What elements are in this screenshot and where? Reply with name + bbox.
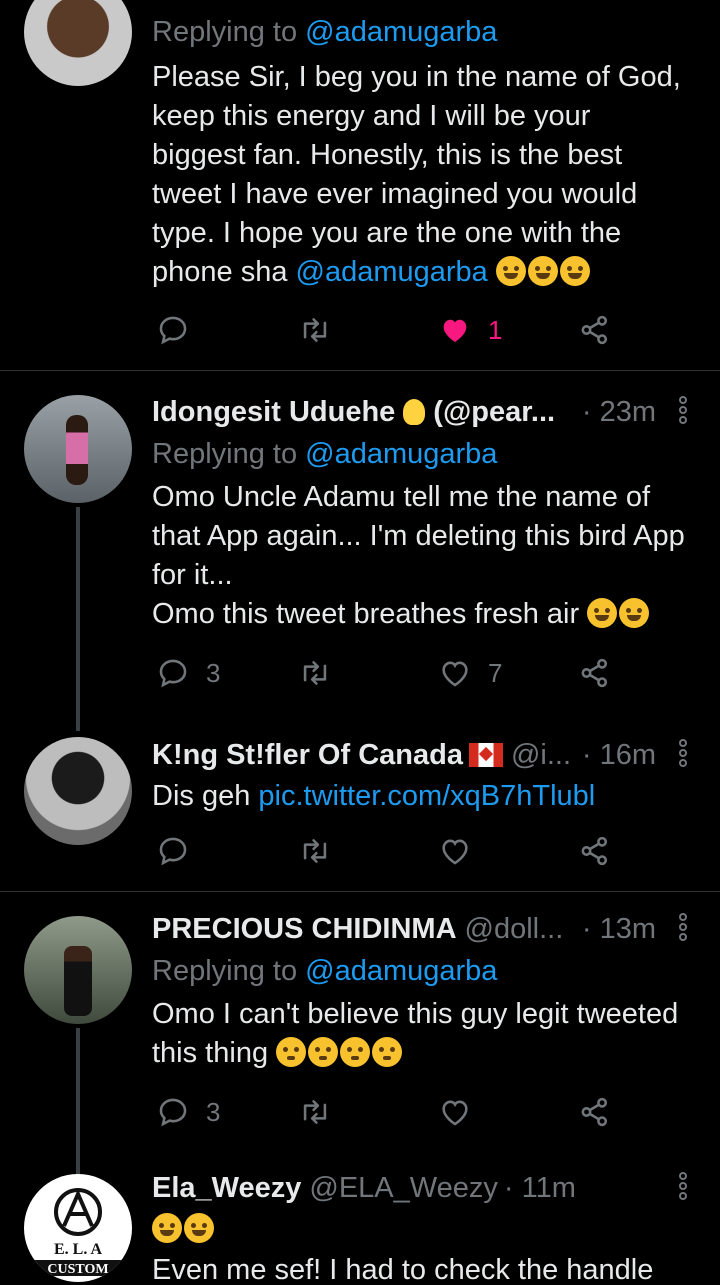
tweet-text: Even me sef! I had to check the handle xyxy=(152,1254,654,1285)
weary-face-emoji xyxy=(587,598,618,628)
replying-to: Replying to @adamugarba xyxy=(152,16,498,48)
tweet-1[interactable]: Replying to @adamugarba Please Sir, I be… xyxy=(0,0,720,370)
tweet-text: Please Sir, I beg you in the name of God… xyxy=(152,61,689,288)
tweet-2[interactable]: Idongesit Uduehe (@pear... · 23m Replying … xyxy=(0,371,720,891)
tweet-4[interactable]: PRECIOUS CHIDINMA @doll... · 13m Replying … xyxy=(0,892,720,1178)
replying-to: Replying to @adamugarba xyxy=(152,438,498,470)
flushed-face-emoji xyxy=(372,1037,403,1067)
reply-icon xyxy=(156,1095,190,1129)
reply-button[interactable] xyxy=(156,831,190,871)
like-button[interactable]: 7 xyxy=(438,653,502,693)
reply-button[interactable]: 3 xyxy=(156,1092,220,1132)
avatar[interactable] xyxy=(24,916,132,1024)
retweet-icon xyxy=(298,834,332,868)
reply-icon xyxy=(156,834,190,868)
like-button[interactable]: 1 xyxy=(438,310,502,350)
reply-handle-link[interactable]: @adamugarba xyxy=(305,438,497,470)
share-button[interactable] xyxy=(578,1092,612,1132)
reply-icon xyxy=(156,656,190,690)
user-handle[interactable]: (@pear... xyxy=(433,396,555,429)
timestamp[interactable]: · 11m xyxy=(504,1172,610,1205)
reply-count: 3 xyxy=(206,1096,221,1127)
pic-link[interactable]: pic.twitter.com/xqB7hTlubl xyxy=(258,780,595,812)
share-button[interactable] xyxy=(578,310,612,350)
display-name[interactable]: Ela_Weezy xyxy=(152,1172,301,1205)
avatar[interactable] xyxy=(24,0,132,86)
timestamp[interactable]: · 16m xyxy=(582,739,690,772)
heart-icon xyxy=(438,834,472,868)
flushed-face-emoji xyxy=(308,1037,339,1067)
heart-icon xyxy=(438,656,472,690)
user-handle[interactable]: @i... xyxy=(511,739,571,772)
retweet-button[interactable] xyxy=(298,653,332,693)
svg-text:E. L. A: E. L. A xyxy=(54,1241,102,1258)
mention-link[interactable]: @adamugarba xyxy=(296,256,488,288)
ela-logo: E. L. A CUSTOM xyxy=(28,1188,128,1277)
heart-icon xyxy=(438,1095,472,1129)
share-icon xyxy=(578,313,612,347)
reply-handle-link[interactable]: @adamugarba xyxy=(305,955,497,987)
flushed-face-emoji xyxy=(340,1037,371,1067)
user-handle[interactable]: @ELA_Weezy xyxy=(309,1172,498,1205)
like-count: 1 xyxy=(488,314,503,345)
tears-of-joy-emoji xyxy=(619,598,650,628)
share-button[interactable] xyxy=(578,653,612,693)
user-handle[interactable]: @doll... xyxy=(465,913,564,946)
rolling-laughing-emoji xyxy=(495,256,526,286)
rolling-laughing-emoji xyxy=(527,256,558,286)
retweet-button[interactable] xyxy=(298,310,332,350)
thread-line xyxy=(76,507,80,731)
share-icon xyxy=(578,1095,612,1129)
tweet-text: Omo Uncle Adamu tell me the name of that… xyxy=(152,481,685,630)
like-button[interactable] xyxy=(438,1092,472,1132)
tweet-5[interactable]: E. L. A CUSTOM Ela_Weezy @ELA_Weezy · 11m … xyxy=(0,1162,720,1285)
retweet-icon xyxy=(298,313,332,347)
more-options-icon[interactable] xyxy=(676,739,690,769)
heart-filled-icon xyxy=(438,313,472,347)
tweet-text: Dis geh pic.twitter.com/xqB7hTlubl xyxy=(152,780,596,812)
rolling-laughing-emoji xyxy=(559,256,590,286)
tweet-text: Omo I can't believe this guy legit tweet… xyxy=(152,998,687,1069)
share-icon xyxy=(578,656,612,690)
like-button[interactable] xyxy=(438,831,472,871)
like-count: 7 xyxy=(488,657,503,688)
more-options-icon[interactable] xyxy=(676,913,690,943)
retweet-icon xyxy=(298,656,332,690)
avatar[interactable] xyxy=(24,395,132,503)
reply-button[interactable] xyxy=(156,310,206,350)
flushed-face-emoji xyxy=(276,1037,307,1067)
reply-handle-link[interactable]: @adamugarba xyxy=(305,16,497,48)
display-name[interactable]: PRECIOUS CHIDINMA xyxy=(152,913,457,946)
tears-of-joy-emoji xyxy=(152,1213,182,1243)
thread-line xyxy=(76,1028,80,1178)
display-name[interactable]: Idongesit Uduehe xyxy=(152,396,395,429)
svg-text:CUSTOM: CUSTOM xyxy=(47,1262,108,1277)
share-button[interactable] xyxy=(578,831,612,871)
more-options-icon[interactable] xyxy=(676,1172,690,1202)
timestamp[interactable]: · 23m xyxy=(582,396,690,429)
tweet-emojis xyxy=(152,1210,690,1249)
retweet-button[interactable] xyxy=(298,831,332,871)
reply-icon xyxy=(156,313,190,347)
replying-to: Replying to @adamugarba xyxy=(152,955,498,987)
avatar[interactable]: E. L. A CUSTOM xyxy=(24,1174,132,1282)
retweet-button[interactable] xyxy=(298,1092,332,1132)
canada-flag-emoji xyxy=(468,743,503,767)
share-icon xyxy=(578,834,612,868)
reply-button[interactable]: 3 xyxy=(156,653,220,693)
timestamp[interactable]: · 13m xyxy=(582,913,690,946)
retweet-icon xyxy=(298,1095,332,1129)
more-options-icon[interactable] xyxy=(676,396,690,426)
reply-count: 3 xyxy=(206,657,221,688)
display-name[interactable]: K!ng St!fler Of Canada xyxy=(152,739,463,772)
light-bulb-emoji xyxy=(403,399,426,425)
tears-of-joy-emoji xyxy=(184,1213,214,1243)
avatar[interactable] xyxy=(24,737,132,845)
